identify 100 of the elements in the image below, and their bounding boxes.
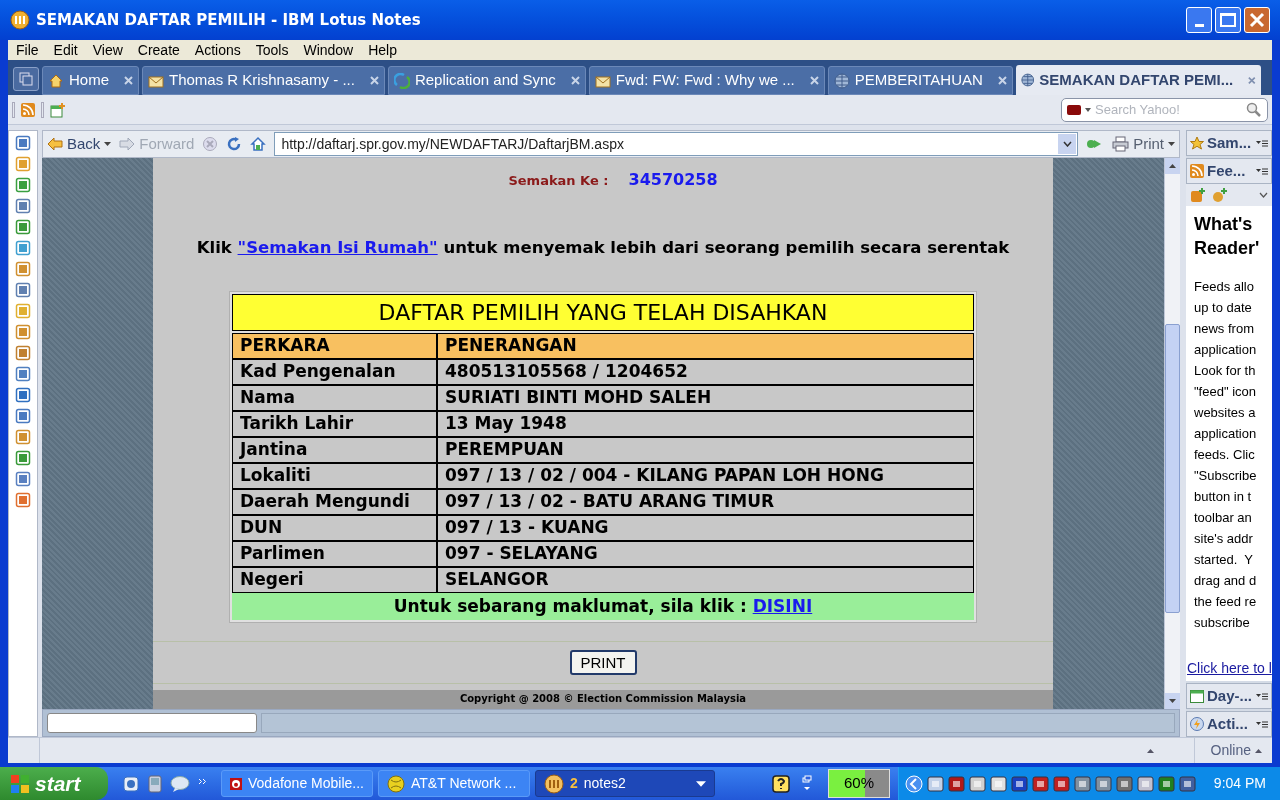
menu-item[interactable]: Tools <box>255 39 289 61</box>
close-icon[interactable] <box>124 76 133 85</box>
panel-menu-icon[interactable] <box>1256 720 1268 728</box>
sidebar-panel-header[interactable]: Day-... <box>1186 683 1272 709</box>
address-field[interactable]: http://daftarj.spr.gov.my/NEWDAFTARJ/DaftarjBM.aspx <box>274 132 1079 156</box>
scroll-up-button[interactable] <box>1165 158 1180 174</box>
taskbar-item[interactable]: Vodafone Mobile... <box>221 770 373 797</box>
close-button[interactable] <box>1244 7 1270 33</box>
search-icon[interactable] <box>1246 101 1262 118</box>
app-icon[interactable] <box>15 198 31 214</box>
caret-icon[interactable] <box>104 142 112 146</box>
taskbar-item[interactable]: 2 notes2 <box>535 770 715 797</box>
tab[interactable]: Home <box>42 66 139 95</box>
tray-icon[interactable] <box>1157 774 1175 793</box>
panel-menu-icon[interactable] <box>1256 167 1268 175</box>
tab[interactable]: PEMBERITAHUAN <box>827 66 1013 95</box>
vertical-scrollbar[interactable] <box>1164 158 1180 709</box>
tray-icon[interactable] <box>968 774 986 793</box>
maximize-button[interactable] <box>1215 7 1241 33</box>
app-icon[interactable] <box>15 282 31 298</box>
household-check-link[interactable]: "Semakan Isi Rumah" <box>237 238 438 257</box>
tray-icon[interactable] <box>1031 774 1049 793</box>
panel-menu-icon[interactable] <box>1256 692 1268 700</box>
app-icon[interactable] <box>15 387 31 403</box>
app-icon[interactable] <box>15 345 31 361</box>
menu-item[interactable]: Window <box>303 39 354 61</box>
app-icon[interactable] <box>15 240 31 256</box>
app-icon[interactable] <box>15 177 31 193</box>
app-icon[interactable] <box>15 471 31 487</box>
close-icon[interactable] <box>1248 75 1256 85</box>
search-field[interactable]: Search Yahoo! <box>1061 97 1268 122</box>
menu-item[interactable]: Actions <box>194 39 241 61</box>
feed-add-icon[interactable] <box>1190 187 1206 203</box>
tray-icon[interactable] <box>1052 774 1070 793</box>
taskbar-item[interactable]: AT&T Network ... <box>378 770 530 797</box>
device-icon[interactable] <box>148 774 162 793</box>
start-button[interactable]: start <box>0 767 108 800</box>
caret-icon[interactable] <box>1146 748 1154 753</box>
panel-menu-icon[interactable] <box>1256 139 1268 147</box>
online-status[interactable]: Online <box>1194 740 1255 761</box>
back-button[interactable]: Back <box>47 132 112 156</box>
here-link[interactable]: DISINI <box>752 595 813 616</box>
tray-icon[interactable] <box>926 774 944 793</box>
app-icon[interactable] <box>15 156 31 172</box>
tray-icon[interactable] <box>1094 774 1112 793</box>
chevron-down-icon[interactable] <box>1259 192 1268 198</box>
caret-icon[interactable] <box>1255 748 1262 753</box>
sidebar-panel-header[interactable]: Fee... <box>1186 158 1272 184</box>
scroll-down-button[interactable] <box>1165 693 1180 709</box>
app-icon[interactable] <box>15 429 31 445</box>
caret-icon[interactable] <box>1169 699 1176 703</box>
calendar-add-icon[interactable] <box>50 101 66 118</box>
app-icon[interactable] <box>15 450 31 466</box>
app-icon[interactable] <box>15 408 31 424</box>
home-icon[interactable] <box>250 136 267 152</box>
tray-icon[interactable] <box>1073 774 1091 793</box>
app-icon[interactable] <box>15 492 31 508</box>
tab[interactable]: Fwd: FW: Fwd : Why we ... <box>588 66 825 95</box>
chat-bubble-icon[interactable] <box>170 774 190 793</box>
app-icon[interactable] <box>15 366 31 382</box>
menu-item[interactable]: Create <box>137 39 180 61</box>
learn-more-link[interactable]: Click here to l <box>1187 658 1272 679</box>
tab[interactable]: Thomas R Krishnasamy - ... <box>142 66 385 95</box>
minimize-button[interactable] <box>1186 7 1212 33</box>
refresh-icon[interactable] <box>226 136 243 152</box>
caret-icon[interactable] <box>696 780 706 787</box>
tray-icon[interactable] <box>1178 774 1196 793</box>
scrollbar-thumb[interactable] <box>1165 324 1180 613</box>
print-button[interactable]: Print <box>1112 132 1175 156</box>
globe-add-icon[interactable] <box>1212 187 1228 203</box>
menu-item[interactable]: File <box>16 39 39 61</box>
tray-icon[interactable] <box>989 774 1007 793</box>
close-icon[interactable] <box>809 76 819 85</box>
restore-icon[interactable] <box>802 774 812 793</box>
app-icon[interactable] <box>15 261 31 277</box>
sidebar-panel-header[interactable]: Sam... <box>1186 130 1272 156</box>
tab-list-button[interactable] <box>13 67 39 91</box>
tray-icon[interactable] <box>1136 774 1154 793</box>
tray-icon[interactable] <box>1115 774 1133 793</box>
menu-item[interactable]: View <box>92 39 123 61</box>
print-page-button[interactable]: PRINT <box>569 650 637 676</box>
close-icon[interactable] <box>570 76 580 85</box>
caret-up-icon[interactable] <box>1169 164 1176 168</box>
caret-icon[interactable] <box>1085 107 1091 112</box>
search-input[interactable]: Search Yahoo! <box>1095 99 1242 120</box>
menu-item[interactable]: Edit <box>53 39 78 61</box>
tray-icon[interactable] <box>947 774 965 793</box>
app-icon[interactable] <box>15 135 31 151</box>
chevron-right-double-icon[interactable] <box>198 777 207 785</box>
app-icon[interactable] <box>15 324 31 340</box>
tab[interactable]: Replication and Sync <box>387 66 586 95</box>
sidebar-panel-header[interactable]: Acti... <box>1186 711 1272 737</box>
status-field[interactable] <box>47 713 257 733</box>
caret-icon[interactable] <box>1168 142 1175 146</box>
menu-item[interactable]: Help <box>368 39 397 61</box>
close-icon[interactable] <box>369 76 379 85</box>
help-icon[interactable] <box>772 774 790 793</box>
close-icon[interactable] <box>997 76 1007 85</box>
tab[interactable]: SEMAKAN DAFTAR PEMI... <box>1015 65 1261 95</box>
app-icon[interactable] <box>15 219 31 235</box>
